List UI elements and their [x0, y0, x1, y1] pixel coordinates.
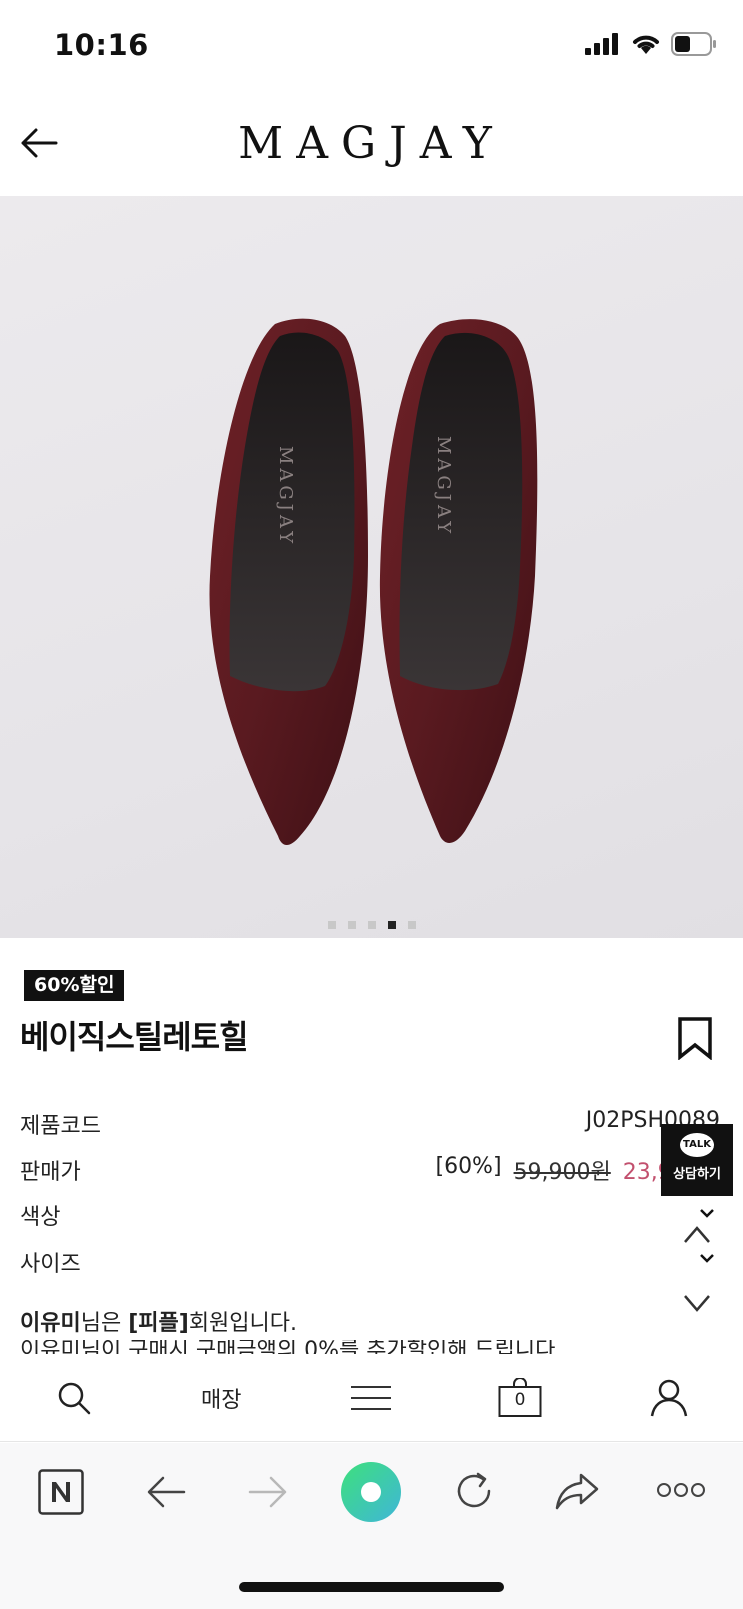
discount-percent: [60%] — [435, 1154, 502, 1179]
svg-text:MAGJAY: MAGJAY — [433, 436, 454, 537]
share-icon[interactable] — [554, 1471, 600, 1511]
more-options-icon[interactable] — [656, 1481, 706, 1499]
member-text2: 회원입니다. — [188, 1311, 298, 1336]
search-icon[interactable] — [56, 1380, 92, 1416]
signal-icon — [585, 33, 618, 55]
status-time: 10:16 — [54, 28, 149, 62]
gallery-pagination — [0, 921, 743, 929]
pagination-dot[interactable] — [367, 921, 376, 929]
product-image[interactable]: MAGJAY MAGJAY — [0, 196, 743, 938]
shop-bottom-nav: 매장 0 — [0, 1356, 743, 1442]
svg-text:MAGJAY: MAGJAY — [275, 446, 296, 547]
member-text1: 님은 — [80, 1311, 129, 1336]
color-option-row[interactable]: 색상 — [20, 1199, 720, 1230]
brand-logo[interactable]: MAGJAY — [0, 118, 743, 169]
member-discount-line: 이유미님이 구매시 구매금액의 0%를 추가할인해 드립니다. — [20, 1340, 563, 1354]
store-link[interactable]: 매장 — [201, 1382, 241, 1414]
pagination-dot[interactable] — [347, 921, 356, 929]
bookmark-icon[interactable] — [677, 1016, 713, 1060]
status-icons — [585, 32, 717, 56]
battery-icon — [671, 32, 716, 56]
size-option-row[interactable]: 사이즈 — [20, 1246, 720, 1277]
naver-green-dot-icon[interactable] — [340, 1461, 402, 1523]
chevron-down-icon[interactable] — [698, 1252, 716, 1264]
pagination-dot[interactable] — [407, 921, 416, 929]
pagination-dot[interactable] — [327, 921, 336, 929]
discount-badge: 60%할인 — [24, 970, 125, 1001]
browser-forward-icon[interactable] — [248, 1475, 288, 1509]
member-grade: [피플] — [128, 1311, 189, 1336]
price-label: 판매가 — [20, 1160, 81, 1185]
app-header: MAGJAY — [0, 100, 743, 190]
status-bar: 10:16 — [0, 0, 743, 90]
scroll-down-icon[interactable] — [682, 1292, 712, 1316]
color-label: 색상 — [20, 1205, 61, 1230]
talk-consult-label: 상담하기 — [673, 1167, 721, 1182]
member-grade-text: 이유미님은 [피플]회원입니다. — [20, 1305, 297, 1337]
user-icon[interactable] — [650, 1378, 688, 1418]
member-discount-text: 이유미님이 구매시 구매금액의 0%를 추가할인해 드립니다. — [20, 1340, 562, 1354]
refresh-icon[interactable] — [452, 1469, 496, 1513]
product-title: 베이직스틸레토힐 — [20, 1018, 249, 1056]
naver-home-icon[interactable] — [38, 1469, 84, 1515]
original-price: 59,900원 — [513, 1160, 611, 1185]
cart-count: 0 — [514, 1390, 526, 1410]
browser-back-icon[interactable] — [146, 1475, 186, 1509]
cart-button[interactable]: 0 — [498, 1378, 542, 1418]
wifi-icon — [633, 35, 659, 54]
member-name: 이유미 — [20, 1311, 81, 1336]
size-label: 사이즈 — [20, 1252, 81, 1277]
home-indicator[interactable] — [239, 1582, 504, 1592]
shoes-illustration: MAGJAY MAGJAY — [209, 318, 538, 846]
chevron-down-icon[interactable] — [698, 1207, 716, 1219]
pagination-dot-active[interactable] — [387, 921, 396, 929]
menu-icon[interactable] — [350, 1384, 392, 1412]
talk-consult-button[interactable]: TALK 상담하기 — [661, 1124, 733, 1196]
talk-bubble-icon: TALK — [680, 1133, 714, 1157]
scroll-up-icon[interactable] — [682, 1222, 712, 1246]
product-code-label: 제품코드 — [20, 1114, 101, 1139]
